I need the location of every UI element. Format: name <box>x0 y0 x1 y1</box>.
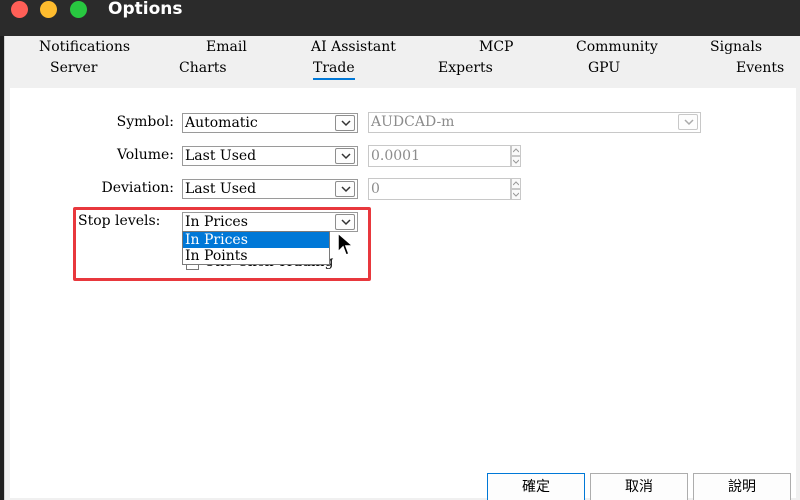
minimize-window-button[interactable] <box>40 1 57 18</box>
spin-up-icon[interactable] <box>511 178 521 189</box>
mouse-cursor-icon <box>337 231 356 262</box>
tab-experts[interactable]: Experts <box>438 60 493 76</box>
volume-spinner[interactable] <box>511 145 521 167</box>
volume-label: Volume: <box>116 147 174 163</box>
window-title: Options <box>108 0 183 19</box>
symbol-select[interactable]: AUDCAD-m <box>368 112 701 133</box>
cancel-button[interactable]: 取消 <box>590 473 688 500</box>
spin-up-icon[interactable] <box>511 145 521 156</box>
tab-notifications[interactable]: Notifications <box>39 39 130 55</box>
chevron-down-icon[interactable] <box>335 148 355 164</box>
symbol-mode-select[interactable]: Automatic <box>182 113 358 133</box>
volume-input[interactable]: 0.0001 <box>368 145 511 167</box>
zoom-window-button[interactable] <box>70 1 87 18</box>
deviation-mode-select[interactable]: Last Used <box>182 179 358 199</box>
chevron-down-icon[interactable] <box>335 181 355 197</box>
symbol-label: Symbol: <box>116 114 174 130</box>
tab-signals[interactable]: Signals <box>710 39 762 55</box>
spin-down-icon[interactable] <box>511 189 521 200</box>
tab-server[interactable]: Server <box>50 60 97 76</box>
volume-mode-select[interactable]: Last Used <box>182 146 358 166</box>
title-bar: Options <box>0 0 800 36</box>
help-button[interactable]: 說明 <box>693 473 791 500</box>
chevron-down-icon[interactable] <box>678 114 698 130</box>
annotation-highlight-box <box>73 207 371 281</box>
ok-button[interactable]: 確定 <box>487 473 585 500</box>
tab-email[interactable]: Email <box>206 39 247 55</box>
tab-events[interactable]: Events <box>736 60 784 76</box>
deviation-label: Deviation: <box>101 180 174 196</box>
deviation-input[interactable]: 0 <box>368 178 511 200</box>
close-window-button[interactable] <box>11 1 28 18</box>
tab-ai-assistant[interactable]: AI Assistant <box>311 39 396 55</box>
tab-trade[interactable]: Trade <box>313 60 355 80</box>
deviation-mode-value: Last Used <box>185 181 257 197</box>
symbol-mode-value: Automatic <box>185 115 258 131</box>
volume-mode-value: Last Used <box>185 148 257 164</box>
tab-gpu[interactable]: GPU <box>588 60 620 76</box>
tab-mcp[interactable]: MCP <box>479 39 513 55</box>
tab-community[interactable]: Community <box>576 39 658 55</box>
deviation-spinner[interactable] <box>511 178 521 200</box>
tab-charts[interactable]: Charts <box>179 60 227 76</box>
spin-down-icon[interactable] <box>511 156 521 167</box>
symbol-value: AUDCAD-m <box>371 114 455 130</box>
chevron-down-icon[interactable] <box>335 115 355 131</box>
